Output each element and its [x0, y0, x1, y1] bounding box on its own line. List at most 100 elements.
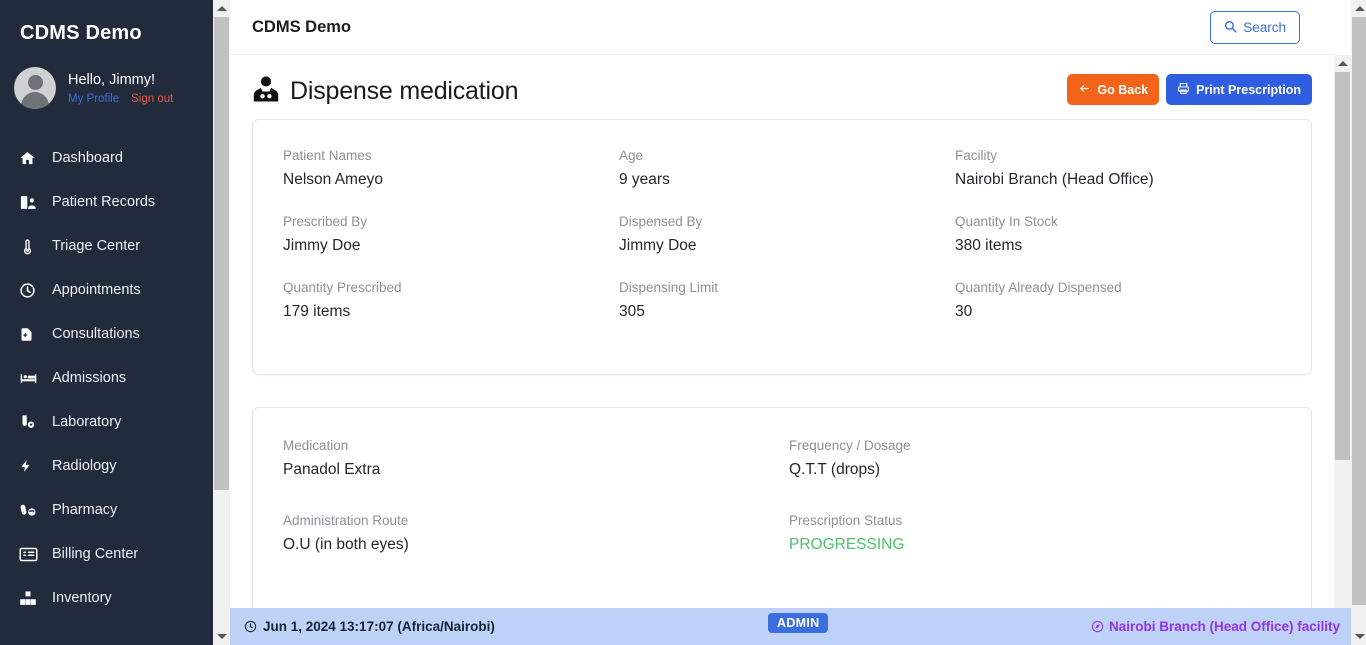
- field-label: Prescribed By: [283, 214, 368, 229]
- sidebar-item-label: Pharmacy: [52, 502, 118, 518]
- field-label: Dispensing Limit: [619, 280, 719, 295]
- home-icon: [19, 150, 45, 167]
- hospital-bed-icon: [19, 370, 45, 387]
- field-value: Panadol Extra: [283, 461, 381, 478]
- thermometer-icon: [19, 238, 45, 255]
- my-profile-link[interactable]: My Profile: [68, 93, 119, 105]
- printer-icon: [1177, 82, 1190, 98]
- status-timestamp-label: Jun 1, 2024 13:17:07 (Africa/Nairobi): [263, 619, 495, 634]
- sidebar-item-label: Patient Records: [52, 194, 156, 210]
- patient-summary-card: Patient Names Nelson Ameyo Age 9 years F…: [252, 119, 1312, 375]
- sign-out-link[interactable]: Sign out: [131, 93, 173, 105]
- pills-icon: [19, 502, 45, 518]
- test-tube-icon: [19, 414, 45, 431]
- field-label: Medication: [283, 438, 349, 453]
- go-back-button[interactable]: Go Back: [1067, 74, 1160, 105]
- topbar: CDMS Demo Search: [230, 0, 1334, 55]
- field-value: 179 items: [283, 303, 351, 320]
- sidebar-item-label: Inventory: [52, 590, 112, 606]
- sidebar-item-label: Dashboard: [52, 150, 123, 166]
- field-dispensed-by: Dispensed By Jimmy Doe: [619, 212, 955, 259]
- role-badge-wrap: ADMIN: [768, 613, 829, 633]
- medication-card: Medication Panadol Extra Frequency / Dos…: [252, 407, 1312, 614]
- field-label: Facility: [955, 148, 998, 163]
- search-button[interactable]: Search: [1210, 11, 1300, 44]
- field-prescribed-by: Prescribed By Jimmy Doe: [283, 212, 619, 259]
- search-icon: [1224, 20, 1237, 36]
- arrow-left-icon: [1078, 83, 1091, 97]
- field-facility: Facility Nairobi Branch (Head Office): [955, 146, 1281, 193]
- sidebar-item-label: Triage Center: [52, 238, 141, 254]
- sidebar-item-laboratory[interactable]: Laboratory: [0, 400, 213, 444]
- medication-grid-row-2: Administration Route O.U (in both eyes) …: [283, 511, 1281, 577]
- sidebar-item-dashboard[interactable]: Dashboard: [0, 136, 213, 180]
- sidebar: CDMS Demo Hello, Jimmy! My Profile Sign o…: [0, 0, 213, 645]
- status-bar: Jun 1, 2024 13:17:07 (Africa/Nairobi) AD…: [230, 608, 1351, 645]
- print-prescription-button[interactable]: Print Prescription: [1166, 74, 1312, 105]
- content-scrollbar[interactable]: [1334, 55, 1351, 645]
- status-badge: ADMIN: [768, 613, 829, 633]
- sidebar-item-inventory[interactable]: Inventory: [0, 576, 213, 620]
- field-value: 305: [619, 303, 645, 320]
- topbar-title: CDMS Demo: [252, 17, 352, 36]
- search-button-label: Search: [1243, 20, 1286, 35]
- status-facility[interactable]: Nairobi Branch (Head Office) facility: [1091, 619, 1340, 634]
- field-medication: Medication Panadol Extra: [283, 436, 789, 483]
- status-timestamp: Jun 1, 2024 13:17:07 (Africa/Nairobi): [244, 619, 495, 634]
- field-value: Nelson Ameyo: [283, 171, 383, 188]
- sidebar-item-patient-records[interactable]: Patient Records: [0, 180, 213, 224]
- page-header: Dispense medication Go Back Print Prescr…: [230, 55, 1334, 107]
- sidebar-item-appointments[interactable]: Appointments: [0, 268, 213, 312]
- field-value: Jimmy Doe: [619, 237, 697, 254]
- status-facility-label: Nairobi Branch (Head Office) facility: [1108, 619, 1340, 634]
- billing-card-icon: [19, 547, 45, 562]
- field-label: Frequency / Dosage: [789, 438, 911, 453]
- window-scroll-thumb[interactable]: [1352, 17, 1366, 605]
- sidebar-item-pharmacy[interactable]: Pharmacy: [0, 488, 213, 532]
- scroll-up-arrow-icon[interactable]: [1351, 0, 1366, 17]
- field-value: Q.T.T (drops): [789, 461, 881, 478]
- field-value: Nairobi Branch (Head Office): [955, 171, 1154, 188]
- field-label: Administration Route: [283, 513, 409, 528]
- sidebar-item-label: Admissions: [52, 370, 127, 386]
- boxes-icon: [19, 590, 45, 607]
- scroll-up-arrow-icon[interactable]: [213, 0, 230, 17]
- window-scrollbar[interactable]: [1351, 0, 1366, 645]
- field-quantity-in-stock: Quantity In Stock 380 items: [955, 212, 1281, 259]
- content-scroll-thumb[interactable]: [1335, 72, 1350, 460]
- sidebar-item-billing-center[interactable]: Billing Center: [0, 532, 213, 576]
- field-patient-names: Patient Names Nelson Ameyo: [283, 146, 619, 193]
- file-medical-icon: [19, 326, 45, 343]
- field-value: Jimmy Doe: [283, 237, 361, 254]
- field-value: 9 years: [619, 171, 670, 188]
- bolt-icon: [19, 457, 45, 475]
- sidebar-item-radiology[interactable]: Radiology: [0, 444, 213, 488]
- scroll-down-arrow-icon[interactable]: [213, 628, 230, 645]
- go-back-label: Go Back: [1097, 82, 1149, 97]
- sidebar-scroll-thumb[interactable]: [214, 17, 229, 490]
- field-value: O.U (in both eyes): [283, 536, 409, 553]
- location-pin-icon: [1091, 620, 1104, 633]
- medication-grid-row-1: Medication Panadol Extra Frequency / Dos…: [283, 436, 1281, 483]
- scroll-down-arrow-icon[interactable]: [1351, 628, 1366, 645]
- avatar: [14, 67, 56, 109]
- sidebar-scrollbar[interactable]: [213, 0, 230, 645]
- sidebar-item-label: Radiology: [52, 458, 117, 474]
- sidebar-brand: CDMS Demo: [20, 22, 142, 44]
- scroll-up-arrow-icon[interactable]: [1334, 55, 1351, 72]
- field-quantity-prescribed: Quantity Prescribed 179 items: [283, 278, 619, 325]
- field-value: 380 items: [955, 237, 1023, 254]
- field-label: Dispensed By: [619, 214, 703, 229]
- field-quantity-already-dispensed: Quantity Already Dispensed 30: [955, 278, 1281, 344]
- main-content: CDMS Demo Search Dispense medication Go …: [230, 0, 1334, 645]
- user-greeting: Hello, Jimmy!: [68, 72, 156, 88]
- user-md-icon: [252, 75, 282, 107]
- sidebar-item-admissions[interactable]: Admissions: [0, 356, 213, 400]
- patient-records-icon: [19, 194, 45, 211]
- user-box: Hello, Jimmy! My Profile Sign out: [0, 45, 213, 109]
- sidebar-item-triage-center[interactable]: Triage Center: [0, 224, 213, 268]
- field-frequency-dosage: Frequency / Dosage Q.T.T (drops): [789, 436, 1281, 483]
- field-label: Quantity Prescribed: [283, 280, 402, 295]
- sidebar-item-label: Consultations: [52, 326, 140, 342]
- sidebar-item-consultations[interactable]: Consultations: [0, 312, 213, 356]
